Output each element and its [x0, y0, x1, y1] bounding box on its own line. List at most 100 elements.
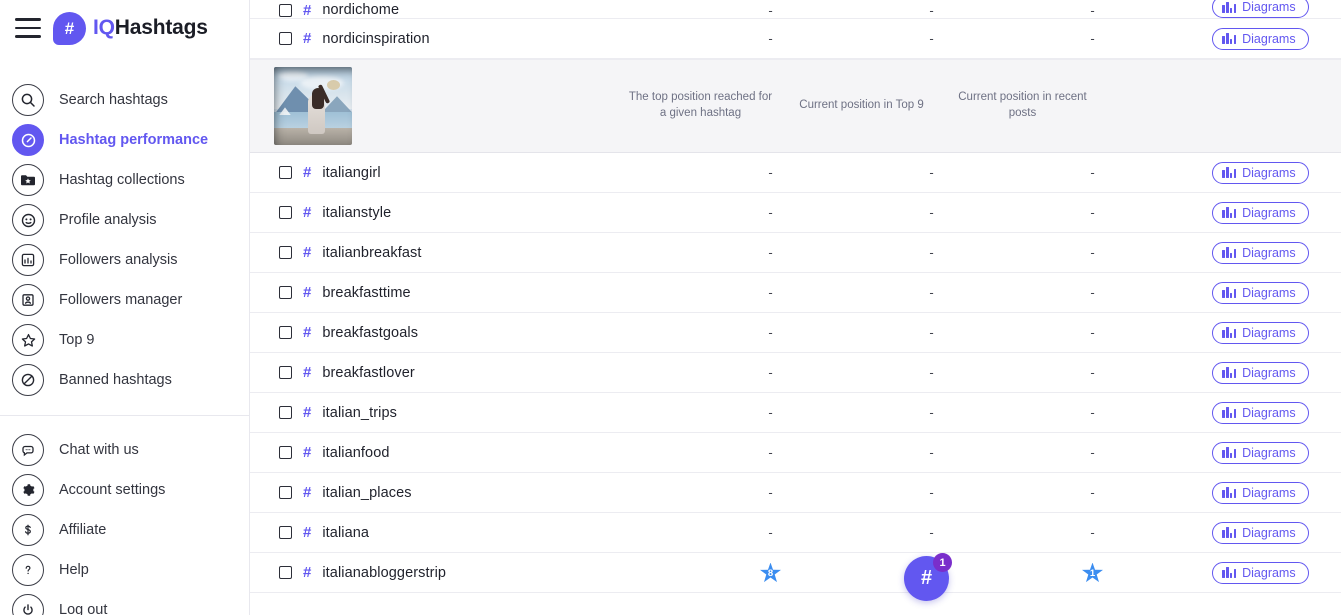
top9-position-value: -: [929, 365, 934, 380]
sidebar-item-affiliate[interactable]: Affiliate: [0, 510, 249, 550]
diagrams-button-label: Diagrams: [1242, 405, 1296, 420]
table-row[interactable]: # italiana - - - Diagrams: [250, 513, 1341, 553]
sidebar-item-profile-analysis[interactable]: Profile analysis: [0, 200, 249, 240]
row-checkbox[interactable]: [279, 32, 292, 45]
sidebar-item-label: Hashtag performance: [59, 132, 209, 148]
hashtag-name: breakfastlover: [322, 364, 415, 381]
row-checkbox[interactable]: [279, 3, 292, 17]
table-row[interactable]: # italianfood - - - Diagrams: [250, 433, 1341, 473]
tag-cell: # nordichome: [250, 2, 690, 18]
sidebar-item-followers-analysis[interactable]: Followers analysis: [0, 240, 249, 280]
hashtag-name: italiangirl: [322, 164, 381, 181]
tag-cell: # italiana: [250, 525, 690, 541]
tag-cell: # italian_trips: [250, 405, 690, 421]
row-checkbox[interactable]: [279, 326, 292, 339]
app-logo[interactable]: # IQHashtags: [53, 11, 208, 45]
bar-chart-icon: [1222, 207, 1237, 218]
hash-icon: #: [303, 364, 312, 381]
profile-thumbnail[interactable]: [274, 67, 352, 145]
sidebar-item-label: Account settings: [59, 482, 166, 498]
diagrams-button[interactable]: Diagrams: [1212, 0, 1309, 18]
recent-position-value: -: [1090, 525, 1095, 540]
app-title-hashtags: Hashtags: [114, 16, 208, 39]
sidebar-item-label: Affiliate: [59, 522, 107, 538]
table-row[interactable]: # italian_places - - - Diagrams: [250, 473, 1341, 513]
hashtag-name: italianbreakfast: [322, 244, 422, 261]
diagrams-button[interactable]: Diagrams: [1212, 441, 1309, 464]
recent-position-value: -: [1090, 165, 1095, 180]
row-checkbox[interactable]: [279, 206, 292, 219]
row-checkbox[interactable]: [279, 486, 292, 499]
sidebar-item-banned-hashtags[interactable]: Banned hashtags: [0, 360, 249, 400]
row-checkbox[interactable]: [279, 286, 292, 299]
row-checkbox[interactable]: [279, 166, 292, 179]
top-position-value: -: [768, 205, 773, 220]
sidebar-item-hashtag-collections[interactable]: Hashtag collections: [0, 160, 249, 200]
star-outline-icon: [12, 324, 44, 356]
row-checkbox[interactable]: [279, 246, 292, 259]
top-position-value: -: [768, 3, 773, 18]
diagrams-button[interactable]: Diagrams: [1212, 481, 1309, 504]
tag-cell: # italianstyle: [250, 205, 690, 221]
table-row[interactable]: # italian_trips - - - Diagrams: [250, 393, 1341, 433]
diagrams-button[interactable]: Diagrams: [1212, 321, 1309, 344]
tag-cell: # breakfastgoals: [250, 325, 690, 341]
diagrams-button[interactable]: Diagrams: [1212, 521, 1309, 544]
table-row[interactable]: # italiangirl - - - Diagrams: [250, 153, 1341, 193]
hash-logo-icon: #: [53, 11, 86, 45]
table-body: # italiangirl - - - Diagrams # italianstyle - - - D…: [250, 153, 1341, 593]
tag-cell: # italianfood: [250, 445, 690, 461]
diagrams-button-label: Diagrams: [1242, 0, 1296, 14]
diagrams-button[interactable]: Diagrams: [1212, 361, 1309, 384]
top9-position-value: -: [929, 485, 934, 500]
diagrams-button[interactable]: Diagrams: [1212, 161, 1309, 184]
diagrams-button[interactable]: Diagrams: [1212, 27, 1309, 50]
diagrams-button[interactable]: Diagrams: [1212, 561, 1309, 584]
diagrams-button[interactable]: Diagrams: [1212, 241, 1309, 264]
hashtag-name: italiana: [322, 524, 370, 541]
column-header-top9-position: Current position in Top 9: [799, 99, 924, 112]
tag-cell: # breakfasttime: [250, 285, 690, 301]
hamburger-menu-icon[interactable]: [15, 18, 41, 38]
table-row[interactable]: # italianstyle - - - Diagrams: [250, 193, 1341, 233]
hashtag-name: breakfasttime: [322, 284, 411, 301]
top-position-value: -: [768, 525, 773, 540]
diagrams-button[interactable]: Diagrams: [1212, 201, 1309, 224]
app-title-iq: IQ: [93, 16, 115, 39]
sidebar-item-label: Banned hashtags: [59, 372, 172, 388]
row-checkbox[interactable]: [279, 526, 292, 539]
bar-chart-icon: [1222, 1, 1237, 13]
table-row[interactable]: # nordichome - - - Diagrams: [250, 0, 1341, 19]
row-checkbox[interactable]: [279, 446, 292, 459]
row-checkbox[interactable]: [279, 406, 292, 419]
recent-position-value: -: [1090, 205, 1095, 220]
sidebar-secondary-nav: Chat with us Account settings Affiliate …: [0, 430, 249, 615]
row-checkbox[interactable]: [279, 566, 292, 579]
row-checkbox[interactable]: [279, 366, 292, 379]
hashtag-name: italian_places: [322, 484, 412, 501]
sidebar-item-log-out[interactable]: Log out: [0, 590, 249, 615]
bar-chart-icon: [1222, 367, 1237, 378]
row-action-cell: Diagrams: [1180, 0, 1341, 18]
table-row[interactable]: # breakfastgoals - - - Diagrams: [250, 313, 1341, 353]
hash-icon: #: [303, 1, 312, 19]
sidebar-item-followers-manager[interactable]: Followers manager: [0, 280, 249, 320]
diagrams-button[interactable]: Diagrams: [1212, 401, 1309, 424]
table-row[interactable]: # breakfastlover - - - Diagrams: [250, 353, 1341, 393]
table-row[interactable]: #italianabloggerstrip8-1Diagrams: [250, 553, 1341, 593]
sidebar-item-search-hashtags[interactable]: Search hashtags: [0, 80, 249, 120]
floating-hashtag-button[interactable]: # 1: [904, 553, 952, 601]
sidebar-item-hashtag-performance[interactable]: Hashtag performance: [0, 120, 249, 160]
table-row[interactable]: # nordicinspiration - - - Diagrams: [250, 19, 1341, 59]
sidebar-item-account-settings[interactable]: Account settings: [0, 470, 249, 510]
table-row[interactable]: # breakfasttime - - - Diagrams: [250, 273, 1341, 313]
hash-icon: #: [303, 564, 312, 581]
diagrams-button[interactable]: Diagrams: [1212, 281, 1309, 304]
brand-row: # IQHashtags: [0, 0, 249, 56]
top9-position-value: -: [929, 325, 934, 340]
sidebar-item-top-9[interactable]: Top 9: [0, 320, 249, 360]
sidebar-item-chat-with-us[interactable]: Chat with us: [0, 430, 249, 470]
diagrams-button-label: Diagrams: [1242, 165, 1296, 180]
table-row[interactable]: # italianbreakfast - - - Diagrams: [250, 233, 1341, 273]
sidebar-item-help[interactable]: Help: [0, 550, 249, 590]
